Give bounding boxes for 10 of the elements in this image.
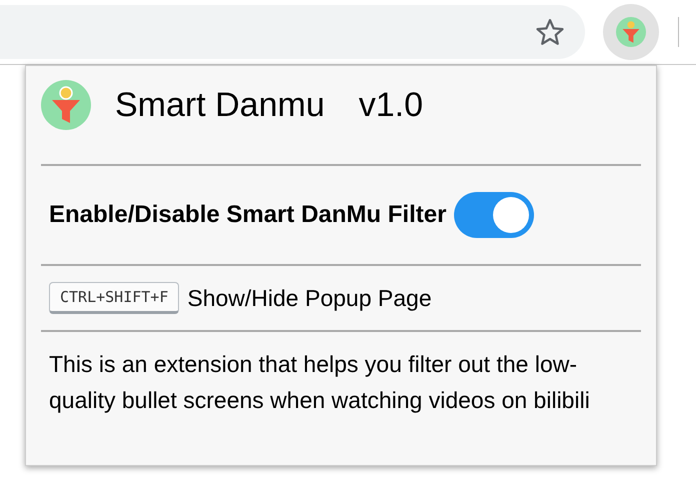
toggle-label: Enable/Disable Smart DanMu Filter <box>49 201 446 229</box>
shortcut-key: CTRL+SHIFT+F <box>49 282 180 314</box>
toggle-switch[interactable] <box>454 192 534 238</box>
funnel-logo-icon <box>41 80 91 130</box>
description-text: This is an extension that helps you filter out the low-quality bullet screens when watching videos on bilibili <box>49 350 591 415</box>
version-label: v1.0 <box>358 86 423 124</box>
star-icon[interactable] <box>535 17 565 47</box>
shortcut-label: Show/Hide Popup Page <box>187 284 432 312</box>
funnel-icon <box>616 17 646 47</box>
app-title: Smart Danmu <box>115 86 325 124</box>
